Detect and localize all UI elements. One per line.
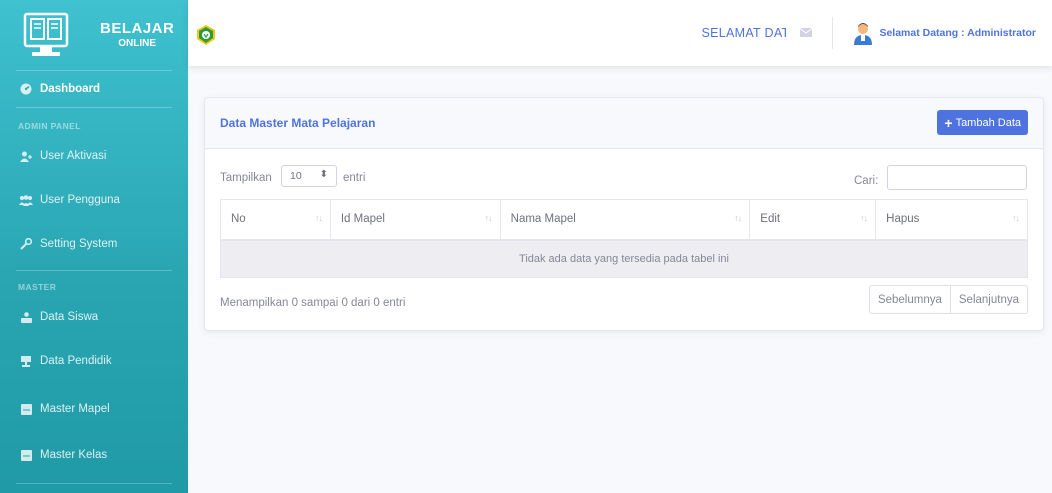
page-length-select[interactable]: 10 ⬍	[281, 165, 337, 187]
table-info: Menampilkan 0 sampai 0 dari 0 entri	[220, 297, 406, 309]
next-page-button[interactable]: Selanjutnya	[950, 285, 1028, 314]
column-header-hapus[interactable]: Hapus ↑↓	[875, 199, 1028, 241]
sidebar-item-data-pendidik[interactable]: Data Pendidik	[0, 343, 188, 379]
column-label: Nama Mapel	[510, 213, 576, 226]
sidebar-item-label: Master Kelas	[40, 449, 108, 461]
sidebar-item-label: Dashboard	[40, 83, 101, 95]
sidebar-heading-master: MASTER	[18, 282, 57, 292]
monitor-book-icon	[23, 12, 69, 56]
topbar-right: SELAMAT DATA Selamat Datang : Administra…	[701, 0, 1052, 66]
column-label: No	[231, 213, 246, 226]
card-header: Data Master Mata Pelajaran + Tambah Data	[205, 98, 1043, 149]
column-header-id-mapel[interactable]: Id Mapel ↑↓	[329, 199, 501, 241]
column-header-edit[interactable]: Edit ↑↓	[749, 199, 876, 241]
brand-line2: ONLINE	[118, 38, 157, 49]
sidebar: BELAJAR ONLINE Dashboard ADMIN PANEL Use…	[0, 0, 188, 493]
sidebar-item-dashboard[interactable]: Dashboard	[0, 71, 188, 107]
sidebar-item-data-siswa[interactable]: Data Siswa	[0, 299, 188, 335]
brand[interactable]: BELAJAR ONLINE	[0, 0, 188, 70]
sidebar-divider	[16, 107, 172, 108]
sort-icon: ↑↓	[484, 213, 493, 223]
sidebar-divider	[16, 483, 172, 484]
table-row: Tidak ada data yang tersedia pada tabel …	[220, 239, 1028, 278]
sidebar-heading-admin: ADMIN PANEL	[18, 121, 81, 131]
entries-label: entri	[343, 172, 366, 184]
plus-icon: +	[944, 114, 953, 131]
table-header-row: No ↑↓ Id Mapel ↑↓ Nama Mapel ↑↓ Edit ↑↓ Hapu…	[220, 199, 1028, 241]
sidebar-divider	[16, 270, 172, 271]
select-arrows-icon: ⬍	[319, 169, 328, 180]
data-table: No ↑↓ Id Mapel ↑↓ Nama Mapel ↑↓ Edit ↑↓ Hapu…	[220, 199, 1028, 278]
user-greeting[interactable]: Selamat Datang : Administrator	[879, 27, 1036, 39]
page-length-value: 10	[290, 170, 302, 182]
sidebar-item-master-mapel[interactable]: Master Mapel	[0, 391, 188, 427]
avatar[interactable]	[851, 21, 875, 45]
sort-icon: ↑↓	[860, 213, 868, 223]
sort-icon: ↑↓	[1012, 213, 1020, 223]
data-card: Data Master Mata Pelajaran + Tambah Data…	[204, 97, 1044, 331]
sort-icon: ↑↓	[314, 213, 323, 223]
pagination: Sebelumnya Selanjutnya	[868, 285, 1028, 314]
students-icon	[18, 311, 34, 323]
card-title: Data Master Mata Pelajaran	[220, 116, 376, 130]
brand-name: BELAJAR ONLINE	[100, 21, 174, 49]
sort-icon: ↑↓	[734, 213, 742, 223]
search-label: Cari:	[854, 175, 879, 187]
user-plus-icon	[18, 151, 34, 162]
sidebar-item-label: Data Siswa	[40, 311, 99, 323]
column-label: Hapus	[886, 213, 920, 226]
brand-line1: BELAJAR	[100, 20, 175, 37]
column-label: Edit	[760, 213, 781, 226]
topbar: SELAMAT DATA Selamat Datang : Administra…	[188, 0, 1052, 66]
sidebar-item-master-kelas[interactable]: Master Kelas	[0, 437, 188, 473]
add-data-label: Tambah Data	[955, 116, 1021, 129]
book-icon	[18, 403, 34, 415]
sidebar-item-setting-system[interactable]: Setting System	[0, 226, 188, 262]
search-input[interactable]	[887, 165, 1027, 190]
sidebar-item-label: User Aktivasi	[40, 150, 107, 162]
column-header-no[interactable]: No ↑↓	[220, 199, 331, 241]
sidebar-item-label: Master Mapel	[40, 403, 110, 415]
book-icon	[18, 449, 34, 461]
previous-page-button[interactable]: Sebelumnya	[868, 285, 951, 314]
add-data-button[interactable]: + Tambah Data	[937, 110, 1028, 135]
topbar-divider	[832, 17, 834, 49]
school-logo-icon[interactable]	[196, 25, 216, 45]
users-icon	[18, 194, 34, 206]
table-controls: Tampilkan 10 ⬍ entri Cari:	[205, 149, 1043, 201]
empty-table-message: Tidak ada data yang tersedia pada tabel …	[220, 239, 1028, 278]
sidebar-item-label: Data Pendidik	[40, 355, 112, 367]
sidebar-item-user-aktivasi[interactable]: User Aktivasi	[0, 138, 188, 174]
column-label: Id Mapel	[340, 213, 385, 226]
column-header-nama-mapel[interactable]: Nama Mapel ↑↓	[499, 199, 750, 241]
envelope-icon[interactable]	[800, 26, 813, 40]
sidebar-item-label: User Pengguna	[40, 194, 120, 206]
sidebar-item-label: Setting System	[40, 238, 118, 250]
sidebar-item-user-pengguna[interactable]: User Pengguna	[0, 182, 188, 218]
wrench-icon	[18, 238, 34, 250]
welcome-text: SELAMAT DATA	[701, 26, 787, 40]
teacher-icon	[18, 355, 34, 367]
tachometer-icon	[18, 83, 34, 95]
show-label: Tampilkan	[220, 172, 272, 184]
